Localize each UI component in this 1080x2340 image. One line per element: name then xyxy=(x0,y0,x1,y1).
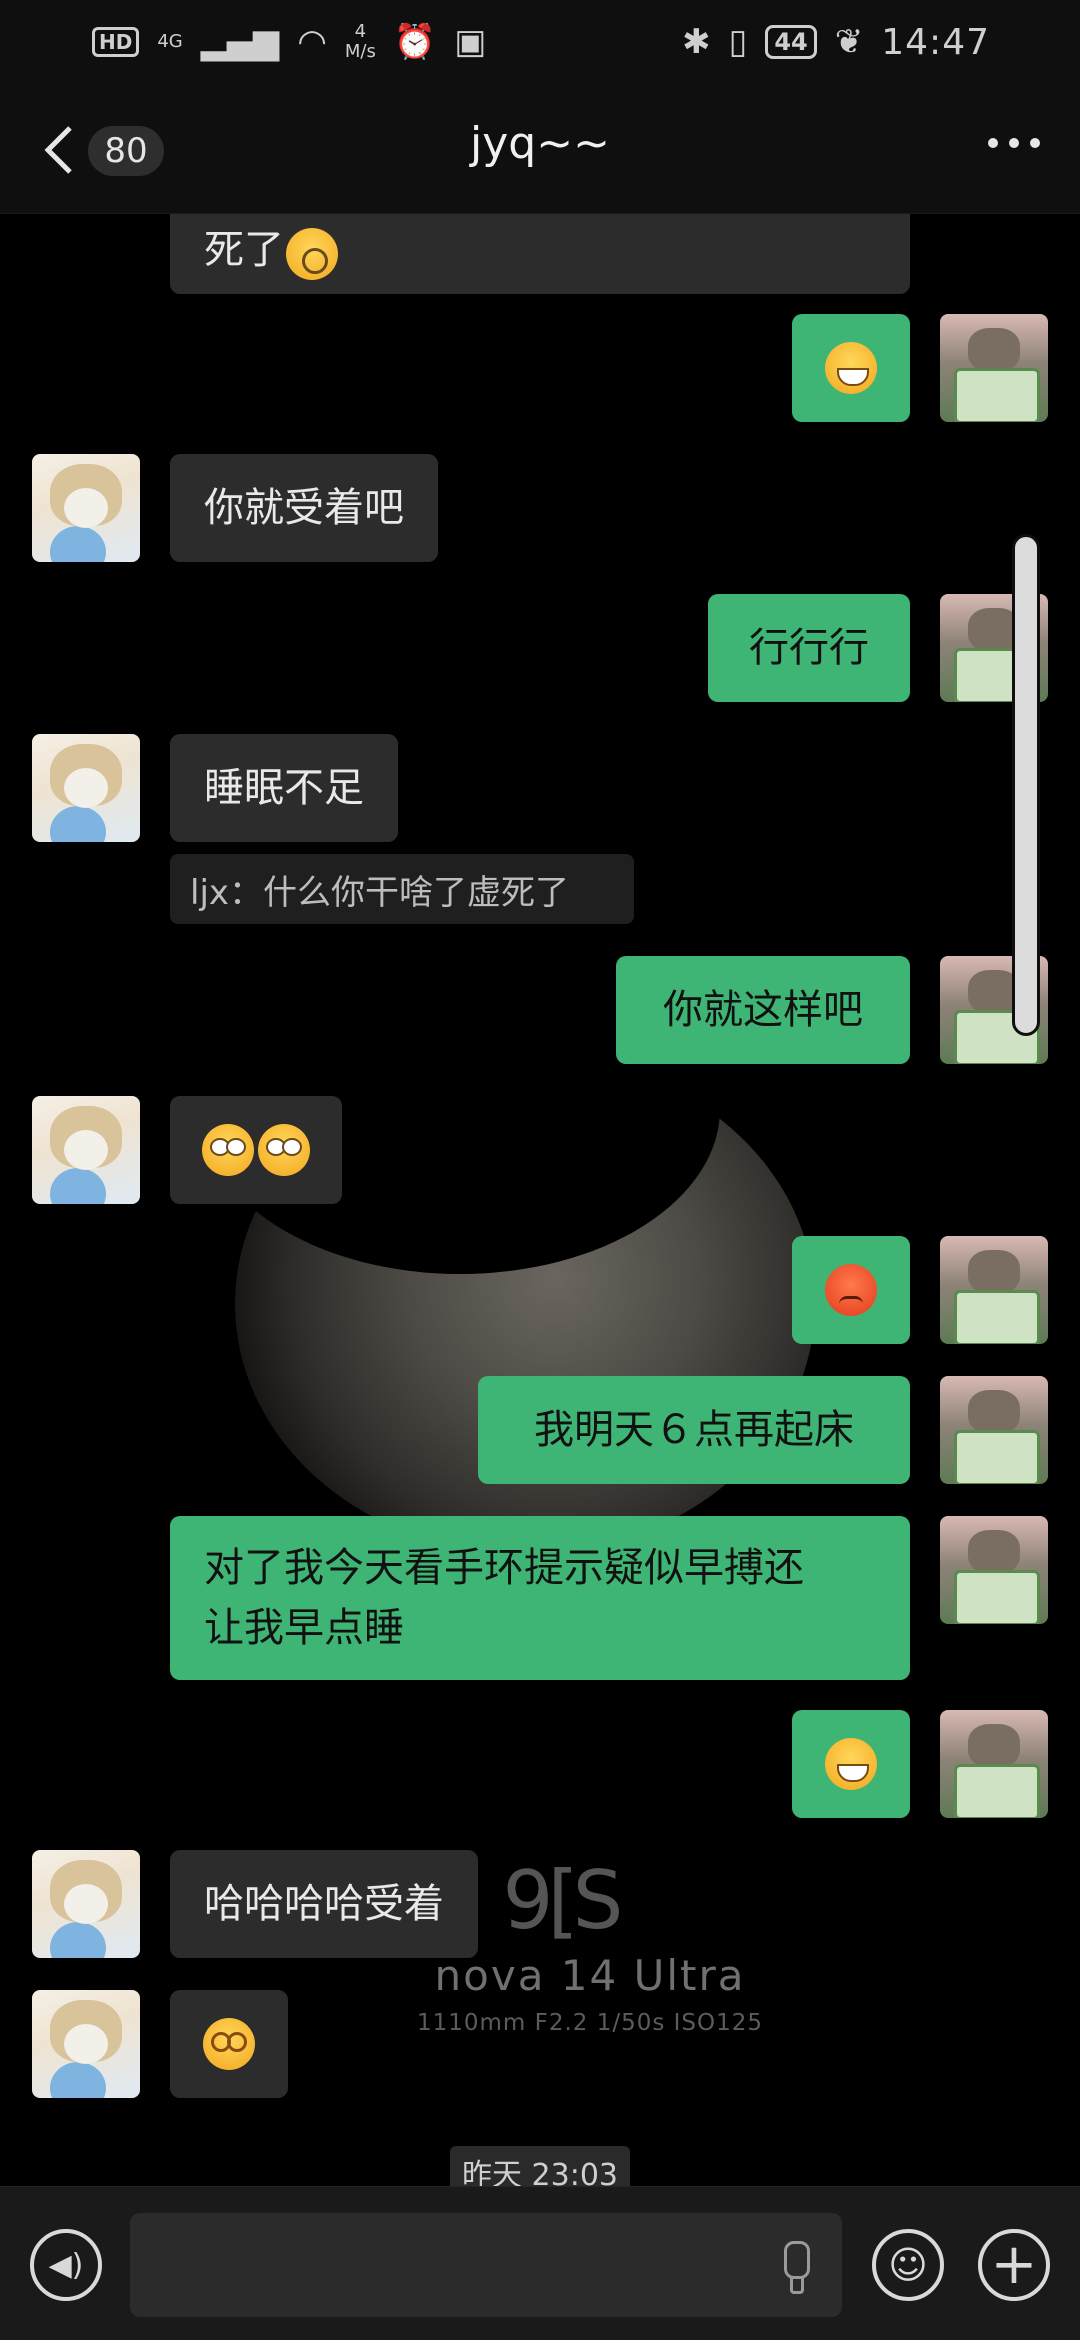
chat-header: 80 jyq~~ xyxy=(0,84,1080,214)
angry-emoji-icon xyxy=(825,1264,877,1316)
self-avatar[interactable] xyxy=(940,1516,1048,1624)
message-bubble-incoming[interactable]: 睡眠不足 xyxy=(170,734,398,842)
sweat-emoji-icon xyxy=(286,228,338,280)
net-speed-value: 4 xyxy=(354,21,367,42)
signal-icon: ▂▄▆ xyxy=(200,22,280,62)
network-label: 4G xyxy=(157,31,183,52)
status-bar: HD 4G ▂▄▆ ◠ 4 M/s ⏰ ▣ ✱ ▯ 44 ❦ 14:47 xyxy=(0,0,1080,84)
spiral-eyes-emoji-icon xyxy=(203,2018,255,2070)
app-notification-icon: ▣ xyxy=(454,22,487,62)
message-text: 睡眠不足 xyxy=(204,765,364,811)
net-speed-unit: M/s xyxy=(344,41,376,62)
contact-avatar[interactable] xyxy=(32,1096,140,1204)
message-text: 行行行 xyxy=(749,625,869,671)
quoted-reply[interactable]: ljx：什么你干啥了虚死了 xyxy=(170,854,634,924)
roll-eyes-emoji-icon xyxy=(202,1124,254,1176)
vibrate-icon: ▯ xyxy=(728,22,748,62)
composer-bar: ◀) ☺ + xyxy=(0,2186,1080,2340)
message-bubble-outgoing[interactable] xyxy=(792,314,910,422)
contact-avatar[interactable] xyxy=(32,1850,140,1958)
self-avatar[interactable] xyxy=(940,1376,1048,1484)
microphone-icon[interactable] xyxy=(776,2241,812,2294)
message-bubble-incoming[interactable]: 你就受着吧 xyxy=(170,454,438,562)
self-avatar[interactable] xyxy=(940,314,1048,422)
grin-emoji-icon xyxy=(825,342,877,394)
alarm-icon: ⏰ xyxy=(393,22,437,62)
status-right: ✱ ▯ 44 ❦ 14:47 xyxy=(682,22,990,63)
contact-avatar[interactable] xyxy=(32,454,140,562)
net-speed: 4 M/s xyxy=(345,22,376,62)
message-bubble-incoming[interactable] xyxy=(170,1096,342,1204)
message-list[interactable]: 9[S nova 14 Ultra 1110mm F2.2 1/50s ISO1… xyxy=(0,214,1080,2186)
message-text: 你就这样吧 xyxy=(663,987,863,1033)
watermark-model: nova 14 Ultra xyxy=(434,1951,746,2000)
status-time: 14:47 xyxy=(881,21,990,63)
chat-title: jyq~~ xyxy=(470,118,610,169)
message-text: 哈哈哈哈受着 xyxy=(204,1881,444,1927)
message-bubble-incoming[interactable]: 死了 xyxy=(170,214,910,294)
message-bubble-outgoing[interactable] xyxy=(792,1236,910,1344)
timestamp-divider: 昨天 23:03 xyxy=(450,2146,630,2186)
message-text-line: 让我早点睡 xyxy=(204,1605,404,1651)
self-avatar[interactable] xyxy=(940,1236,1048,1344)
watermark-specs: 1110mm F2.2 1/50s ISO125 xyxy=(416,2010,764,2036)
chat-screen: HD 4G ▂▄▆ ◠ 4 M/s ⏰ ▣ ✱ ▯ 44 ❦ 14:47 80 … xyxy=(0,0,1080,2340)
contact-avatar[interactable] xyxy=(32,734,140,842)
roll-eyes-emoji-icon xyxy=(258,1124,310,1176)
message-input[interactable] xyxy=(130,2213,842,2317)
add-attachment-icon[interactable]: + xyxy=(978,2229,1050,2301)
message-text: 死了 xyxy=(204,227,284,273)
dizzy-emoji-icon xyxy=(825,1738,877,1790)
message-text-line: 对了我今天看手环提示疑似早搏还 xyxy=(204,1545,804,1591)
message-bubble-incoming[interactable]: 哈哈哈哈受着 xyxy=(170,1850,478,1958)
message-bubble-outgoing[interactable]: 你就这样吧 xyxy=(616,956,910,1064)
message-bubble-outgoing[interactable]: 对了我今天看手环提示疑似早搏还 让我早点睡 xyxy=(170,1516,910,1680)
hd-badge: HD xyxy=(92,27,140,57)
more-options-icon[interactable] xyxy=(988,138,1040,148)
voice-mode-icon[interactable]: ◀) xyxy=(30,2229,102,2301)
message-bubble-outgoing[interactable]: 我明天６点再起床 xyxy=(478,1376,910,1484)
message-text: 你就受着吧 xyxy=(204,485,404,531)
self-avatar[interactable] xyxy=(940,1710,1048,1818)
scrollbar[interactable] xyxy=(1012,534,1040,1036)
wifi-icon: ◠ xyxy=(297,22,327,62)
message-text: 我明天６点再起床 xyxy=(534,1407,854,1453)
emoji-picker-icon[interactable]: ☺ xyxy=(872,2229,944,2301)
leaf-icon: ❦ xyxy=(834,22,864,62)
message-bubble-outgoing[interactable]: 行行行 xyxy=(708,594,910,702)
message-bubble-outgoing[interactable] xyxy=(792,1710,910,1818)
bluetooth-icon: ✱ xyxy=(682,22,711,62)
status-left: HD 4G ▂▄▆ ◠ 4 M/s ⏰ ▣ xyxy=(92,22,486,62)
battery-indicator: 44 xyxy=(765,25,817,59)
message-bubble-incoming[interactable] xyxy=(170,1990,288,2098)
contact-avatar[interactable] xyxy=(32,1990,140,2098)
